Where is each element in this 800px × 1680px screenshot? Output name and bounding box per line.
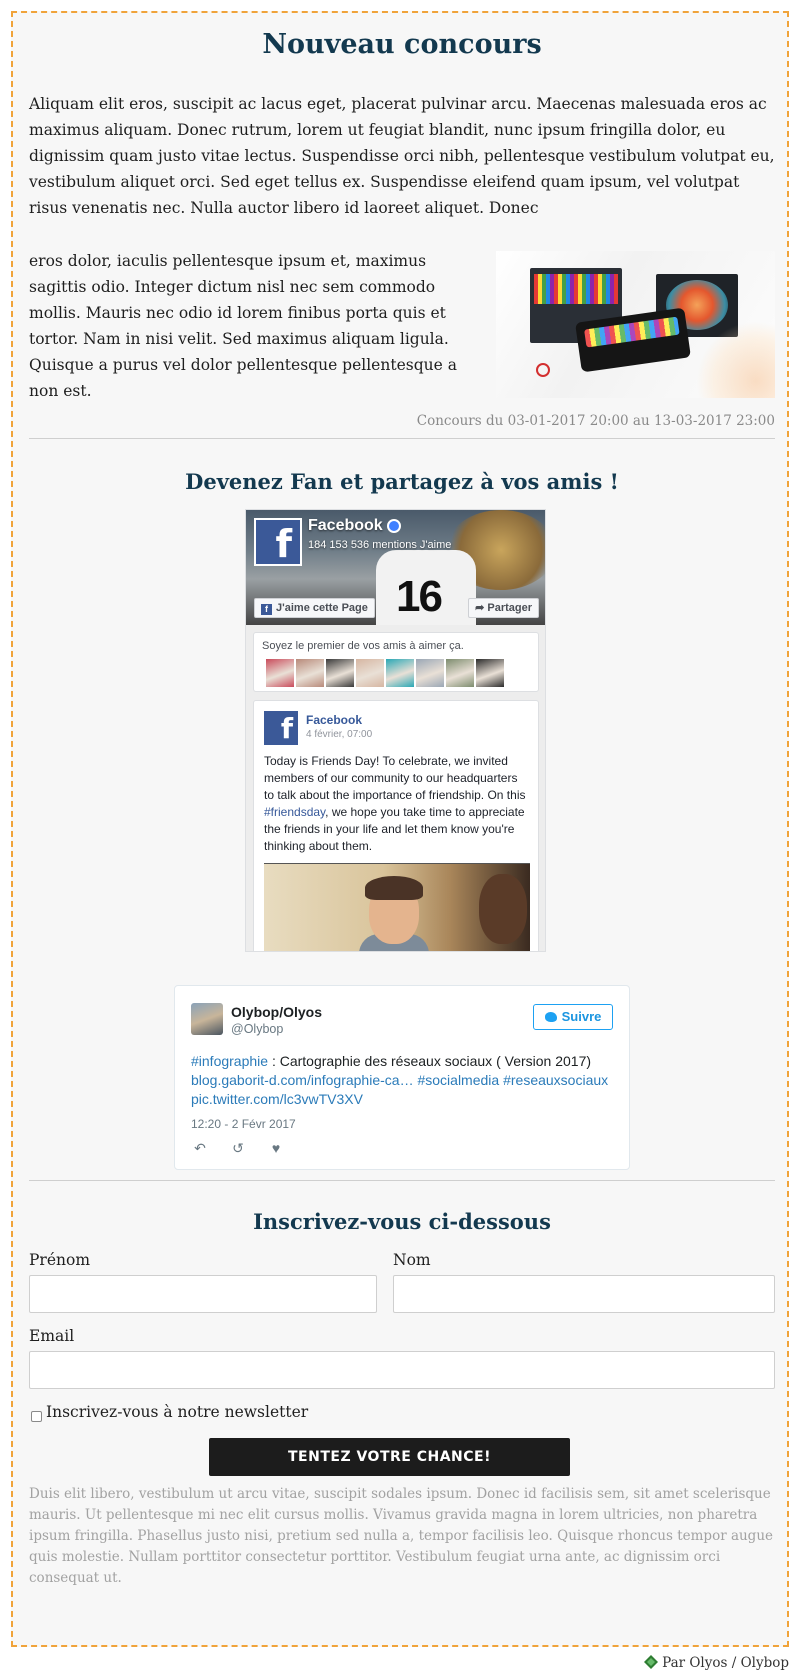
contest-dates: Concours du 03-01-2017 20:00 au 13-03-20… [416, 413, 775, 429]
newsletter-checkbox[interactable] [31, 1411, 42, 1422]
friend-avatar[interactable] [416, 659, 444, 687]
intro-paragraph-continued: eros dolor, iaculis pellentesque ipsum e… [29, 252, 457, 400]
friend-avatar[interactable] [266, 659, 294, 687]
lastname-input[interactable] [393, 1275, 775, 1313]
friendsday-hashtag-link[interactable]: #friendsday [264, 805, 325, 819]
retweet-icon[interactable]: ↺ [229, 1140, 247, 1157]
intro-paragraph: Aliquam elit eros, suscipit ac lacus ege… [29, 95, 775, 217]
facebook-post-author[interactable]: Facebook [306, 713, 362, 727]
verified-badge-icon [386, 518, 401, 533]
facebook-share-button[interactable]: ➦ Partager [468, 598, 539, 618]
friend-avatar[interactable] [326, 659, 354, 687]
tweet-actions: ↶ ↺ ♥ [191, 1140, 285, 1157]
award-icon [536, 363, 550, 377]
tweet-timestamp[interactable]: 12:20 - 2 Févr 2017 [191, 1117, 296, 1131]
tweet-picture-link[interactable]: pic.twitter.com/lc3vwTV3XV [191, 1091, 363, 1107]
friend-avatar[interactable] [386, 659, 414, 687]
submit-button[interactable]: TENTEZ VOTRE CHANCE! [209, 1438, 570, 1476]
friend-avatar[interactable] [356, 659, 384, 687]
olyos-logo-icon [644, 1655, 659, 1669]
signup-heading: Inscrivez-vous ci-dessous [253, 1209, 551, 1234]
embedded-tweet[interactable]: Olybop/Olyos @Olybop Suivre #infographie… [174, 985, 630, 1170]
twitter-bird-icon [544, 1012, 557, 1022]
facebook-logo-icon[interactable]: f [254, 518, 302, 566]
email-input[interactable] [29, 1351, 775, 1389]
lastname-label: Nom [393, 1251, 431, 1269]
firstname-label: Prénom [29, 1251, 91, 1269]
tweet-article-link[interactable]: blog.gaborit-d.com/infographie-ca… [191, 1072, 414, 1088]
facebook-cover-photo[interactable]: 16 f Facebook 184 153 536 mentions J'aim… [246, 510, 545, 625]
infographie-hashtag-link[interactable]: #infographie [191, 1053, 268, 1069]
facebook-mini-icon: f [261, 604, 272, 615]
friend-avatar[interactable] [296, 659, 324, 687]
facebook-post[interactable]: f Facebook 4 février, 07:00 Today is Fri… [253, 700, 539, 951]
contest-rules-text: Duis elit libero, vestibulum ut arcu vit… [29, 1486, 774, 1586]
firstname-input[interactable] [29, 1275, 377, 1313]
contest-frame: Nouveau concours Aliquam elit eros, susc… [11, 11, 789, 1647]
facebook-post-text: Today is Friends Day! To celebrate, we i… [264, 754, 526, 853]
email-label: Email [29, 1327, 75, 1345]
divider [29, 1180, 775, 1181]
facebook-page-widget[interactable]: 16 f Facebook 184 153 536 mentions J'aim… [245, 509, 546, 952]
credit-link[interactable]: Par Olyos / Olybop [644, 1655, 789, 1671]
facebook-post-date[interactable]: 4 février, 07:00 [306, 729, 372, 740]
facebook-post-logo-icon[interactable]: f [264, 711, 298, 745]
heart-icon[interactable]: ♥ [267, 1140, 285, 1157]
twitter-follow-button[interactable]: Suivre [533, 1004, 613, 1030]
twitter-display-name[interactable]: Olybop/Olyos [231, 1004, 322, 1020]
reseauxsociaux-hashtag-link[interactable]: #reseauxsociaux [503, 1072, 608, 1088]
facebook-page-name[interactable]: Facebook [308, 517, 401, 535]
facebook-friend-avatars [266, 659, 504, 687]
socialmedia-hashtag-link[interactable]: #socialmedia [417, 1072, 499, 1088]
friend-avatar[interactable] [476, 659, 504, 687]
share-arrow-icon: ➦ [475, 602, 485, 614]
facebook-post-photo[interactable] [264, 863, 530, 951]
facebook-like-page-button[interactable]: f J'aime cette Page [254, 598, 375, 618]
social-heading: Devenez Fan et partagez à vos amis ! [185, 469, 619, 494]
facebook-friends-text: Soyez le premier de vos amis à aimer ça. [262, 640, 464, 652]
contest-title: Nouveau concours [262, 29, 542, 60]
facebook-friends-box: Soyez le premier de vos amis à aimer ça. [253, 632, 539, 692]
twitter-handle[interactable]: @Olybop [231, 1022, 283, 1036]
product-image [496, 251, 775, 398]
newsletter-label[interactable]: Inscrivez-vous à notre newsletter [46, 1403, 308, 1421]
divider [29, 438, 775, 439]
tweet-text: #infographie : Cartographie des réseaux … [191, 1053, 609, 1107]
facebook-likes-count: 184 153 536 mentions J'aime [308, 539, 452, 551]
reply-icon[interactable]: ↶ [191, 1140, 209, 1157]
friend-avatar[interactable] [446, 659, 474, 687]
twitter-avatar[interactable] [191, 1003, 223, 1035]
